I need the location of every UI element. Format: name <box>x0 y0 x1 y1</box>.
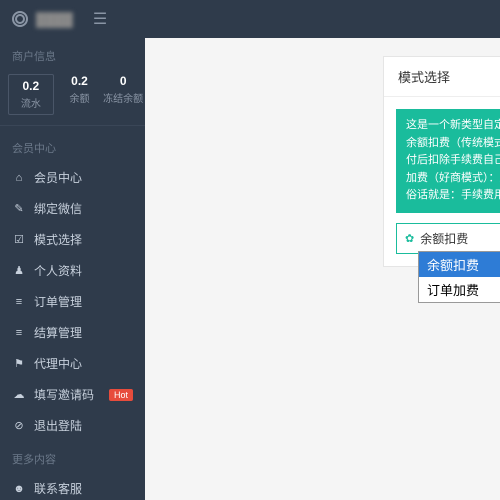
main-area: 模式选择 这是一个新类型自定义模式选择 余额扣费（传统模式）：用户支付后扣除手续… <box>145 38 500 500</box>
mode-select[interactable]: ✿ 余额扣费 <box>396 223 500 254</box>
menu-icon: ♟ <box>12 264 26 277</box>
select-row: ✿ 余额扣费 余额扣费 订单加费 <box>384 223 500 266</box>
sidebar-item[interactable]: ≡ 结算管理 <box>0 317 145 348</box>
sidebar-item[interactable]: ⊘ 退出登陆 <box>0 410 145 441</box>
sidebar: 商户信息 0.2流水 0.2余额 0冻结余额 会员中心 ⌂ 会员中心 ✎ 绑定微信 ☑ 模… <box>0 38 145 500</box>
menu-label: 订单管理 <box>34 293 82 310</box>
dropdown-menu: 余额扣费 订单加费 <box>418 251 500 303</box>
brand-text: ████ <box>36 12 73 27</box>
menu-icon: ≡ <box>12 296 26 308</box>
menu-label: 个人资料 <box>34 262 82 279</box>
menu-label: 填写邀请码 <box>34 386 94 403</box>
menu-icon: ☑ <box>12 233 26 246</box>
dropdown-option[interactable]: 余额扣费 <box>419 252 500 277</box>
sidebar-item[interactable]: ≡ 订单管理 <box>0 286 145 317</box>
menu-icon: ≡ <box>12 327 26 339</box>
stat-balance: 0.2余额 <box>58 74 102 115</box>
logo-icon <box>12 11 28 27</box>
menu-label: 代理中心 <box>34 355 82 372</box>
menu-icon: ☁ <box>12 388 26 401</box>
sidebar-item[interactable]: ♟ 个人资料 <box>0 255 145 286</box>
stats-row: 0.2流水 0.2余额 0冻结余额 <box>0 70 145 126</box>
menu-label: 会员中心 <box>34 169 82 186</box>
sidebar-item[interactable]: ☑ 模式选择 <box>0 224 145 255</box>
menu-label: 结算管理 <box>34 324 82 341</box>
select-value: 余额扣费 <box>420 230 468 247</box>
sidebar-item[interactable]: ⌂ 会员中心 <box>0 162 145 193</box>
menu-label: 退出登陆 <box>34 417 82 434</box>
card-title: 模式选择 <box>384 57 500 97</box>
gear-icon: ✿ <box>405 232 414 245</box>
menu-icon: ☻ <box>12 483 26 495</box>
tip-box: 这是一个新类型自定义模式选择 余额扣费（传统模式）：用户支付后扣除手续费自己出】… <box>396 109 500 213</box>
menu-toggle-icon[interactable]: ☰ <box>93 9 107 29</box>
section-more: 更多内容 <box>0 441 145 473</box>
stat-flow: 0.2流水 <box>8 74 54 115</box>
menu-label: 绑定微信 <box>34 200 82 217</box>
sidebar-item[interactable]: ✎ 绑定微信 <box>0 193 145 224</box>
menu-icon: ⊘ <box>12 419 26 432</box>
sidebar-item[interactable]: ☁ 填写邀请码 Hot <box>0 379 145 410</box>
sidebar-item[interactable]: ☻ 联系客服 <box>0 473 145 500</box>
menu-icon: ✎ <box>12 202 26 215</box>
stat-frozen: 0冻结余额 <box>101 74 145 115</box>
menu-label: 联系客服 <box>34 480 82 497</box>
menu-icon: ⌂ <box>12 172 26 184</box>
section-merchant: 商户信息 <box>0 38 145 70</box>
hot-badge: Hot <box>109 389 133 401</box>
section-member: 会员中心 <box>0 130 145 162</box>
mode-card: 模式选择 这是一个新类型自定义模式选择 余额扣费（传统模式）：用户支付后扣除手续… <box>383 56 500 267</box>
dropdown-option[interactable]: 订单加费 <box>419 277 500 302</box>
menu-label: 模式选择 <box>34 231 82 248</box>
top-bar: ████ ☰ <box>0 0 500 38</box>
menu-icon: ⚑ <box>12 357 26 370</box>
sidebar-item[interactable]: ⚑ 代理中心 <box>0 348 145 379</box>
